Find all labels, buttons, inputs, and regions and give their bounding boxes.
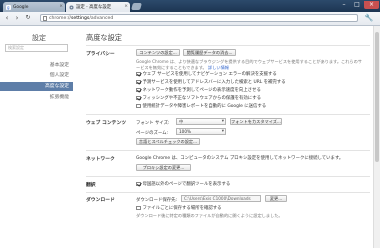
tab-close-icon[interactable]: ×	[59, 4, 63, 9]
forward-arrow-icon[interactable]: ›	[13, 14, 21, 22]
divider	[86, 192, 370, 193]
checkbox-label: ネットワーク動作を予測してページの表示速度を向上させる	[142, 88, 261, 93]
toolbar: ‹ › ↻ chrome://settings/advanced 🔧	[0, 12, 380, 26]
checkbox-offer-translate[interactable]	[136, 181, 141, 187]
checkbox-usage-statistics[interactable]	[136, 103, 141, 109]
sidebar-title: 設定	[32, 34, 46, 42]
privacy-description: Google Chrome は、より快適なブラウジングを提供する目的でウェブサー…	[136, 59, 362, 70]
reload-icon[interactable]: ↻	[24, 14, 32, 22]
network-section-label: ネットワーク	[86, 157, 115, 162]
learn-more-link[interactable]: 詳しい情報	[208, 65, 229, 70]
settings-main: 高度な設定 プライバシー コンテンツの設定... 閲覧履歴データの消去... G…	[78, 26, 373, 248]
browser-window: g Google × 設定 - 高度な設定 × – □ × ‹ › ↻ chro…	[0, 0, 380, 248]
translate-section-label: 翻訳	[86, 183, 96, 188]
checkbox-row[interactable]: 使用統計データや障害レポートを自動的に Google に送信する	[136, 103, 266, 109]
checkbox-row[interactable]: ファイルごとに保存する場所を確認する	[136, 205, 222, 211]
checkbox-label: ファイルごとに保存する場所を確認する	[142, 206, 222, 211]
checkbox-label: 使用統計データや障害レポートを自動的に Google に送信する	[142, 104, 267, 109]
page-title: 高度な設定	[86, 33, 122, 42]
window-close-icon[interactable]: ×	[364, 1, 379, 9]
tab-settings[interactable]: 設定 - 高度な設定 ×	[66, 2, 130, 12]
checkbox-row[interactable]: ウェブ サービスを使用してナビゲーション エラーの解決を支援する	[136, 71, 277, 77]
downloads-section-label: ダウンロード	[86, 198, 115, 203]
back-arrow-icon[interactable]: ‹	[3, 14, 11, 22]
change-proxy-button[interactable]: プロキシ設定の変更...	[136, 164, 191, 171]
change-download-location-button[interactable]: 変更...	[265, 195, 287, 202]
minimize-icon[interactable]: –	[338, 1, 350, 9]
checkbox-navigation-errors[interactable]	[136, 71, 141, 77]
language-settings-button[interactable]: 言語とスペルチェックの設定...	[136, 138, 200, 145]
divider	[86, 150, 370, 151]
checkbox-row[interactable]: フィッシングや不正なソフトウェアからの保護を有効にする	[136, 95, 261, 101]
google-favicon-icon: g	[6, 4, 11, 10]
checkbox-row[interactable]: 予測サービスを使用してアドレスバーに入力した検索と URL を補完する	[136, 79, 286, 85]
checkbox-phishing-protection[interactable]	[136, 95, 141, 101]
sidebar-item-basics[interactable]: 基本設定	[0, 61, 73, 70]
search-settings-input[interactable]: 検索設定	[5, 44, 68, 52]
divider	[86, 114, 370, 115]
checkbox-label: フィッシングや不正なソフトウェアからの保護を有効にする	[142, 96, 262, 101]
customize-fonts-button[interactable]: フォントをカスタマイズ...	[230, 118, 282, 125]
tab-title: 設定 - 高度な設定	[76, 5, 112, 10]
tab-strip: g Google × 設定 - 高度な設定 × – □ ×	[0, 0, 380, 12]
wrench-menu-icon[interactable]: 🔧	[364, 14, 374, 23]
page-icon	[43, 15, 47, 21]
tab-title: Google	[13, 4, 29, 10]
divider	[86, 176, 370, 177]
checkbox-row[interactable]: 母国語以外のページで翻訳ツールを表示する	[136, 181, 230, 187]
checkbox-row[interactable]: ネットワーク動作を予測してページの表示速度を向上させる	[136, 87, 261, 93]
checkbox-label: ウェブ サービスを使用してナビゲーション エラーの解決を支援する	[142, 72, 277, 77]
auto-open-note: ダウンロード後に特定の種類のファイルが自動的に開くように設定しました。	[136, 213, 283, 218]
font-size-label: フォント サイズ:	[136, 121, 170, 126]
address-bar[interactable]: chrome://settings/advanced	[40, 14, 358, 22]
tab-google[interactable]: g Google ×	[3, 2, 65, 12]
clear-browsing-data-button[interactable]: 閲覧履歴データの消去...	[183, 49, 236, 56]
web-content-section-label: ウェブ コンテンツ	[86, 121, 127, 126]
vertical-scrollbar[interactable]	[373, 26, 380, 248]
checkbox-network-prediction[interactable]	[136, 87, 141, 93]
checkbox-ask-save-location[interactable]	[136, 205, 141, 211]
privacy-section-label: プライバシー	[86, 52, 115, 57]
settings-favicon-icon	[69, 5, 74, 9]
sidebar-item-extensions[interactable]: 拡張機能	[0, 93, 73, 102]
checkbox-prediction-service[interactable]	[136, 79, 141, 85]
checkbox-label: 予測サービスを使用してアドレスバーに入力した検索と URL を補完する	[142, 80, 286, 85]
download-location-field: C:\Users\Exis C1000\Downloads	[181, 195, 261, 202]
download-location-label: ダウンロード保存先:	[136, 198, 177, 203]
maximize-icon[interactable]: □	[351, 1, 363, 9]
checkbox-label: 母国語以外のページで翻訳ツールを表示する	[142, 182, 231, 187]
sidebar-item-personal[interactable]: 個人設定	[0, 71, 73, 80]
page-zoom-label: ページのズーム:	[136, 131, 168, 136]
content-settings-button[interactable]: コンテンツの設定...	[136, 49, 180, 56]
settings-sidebar: 設定 検索設定 基本設定 個人設定 高度な設定 拡張機能	[0, 26, 73, 248]
scrollbar-thumb[interactable]	[375, 32, 379, 162]
url-text: chrome://settings/advanced	[49, 15, 114, 21]
sidebar-item-advanced[interactable]: 高度な設定	[0, 82, 73, 91]
network-description: Google Chrome は、コンピュータのシステム プロキシ設定を使用してネ…	[136, 156, 344, 161]
new-tab-button[interactable]	[131, 3, 142, 10]
font-size-select[interactable]: 中	[176, 118, 226, 125]
page-zoom-select[interactable]: 100%	[176, 128, 226, 135]
tab-close-icon[interactable]: ×	[124, 4, 128, 9]
divider	[86, 45, 370, 46]
